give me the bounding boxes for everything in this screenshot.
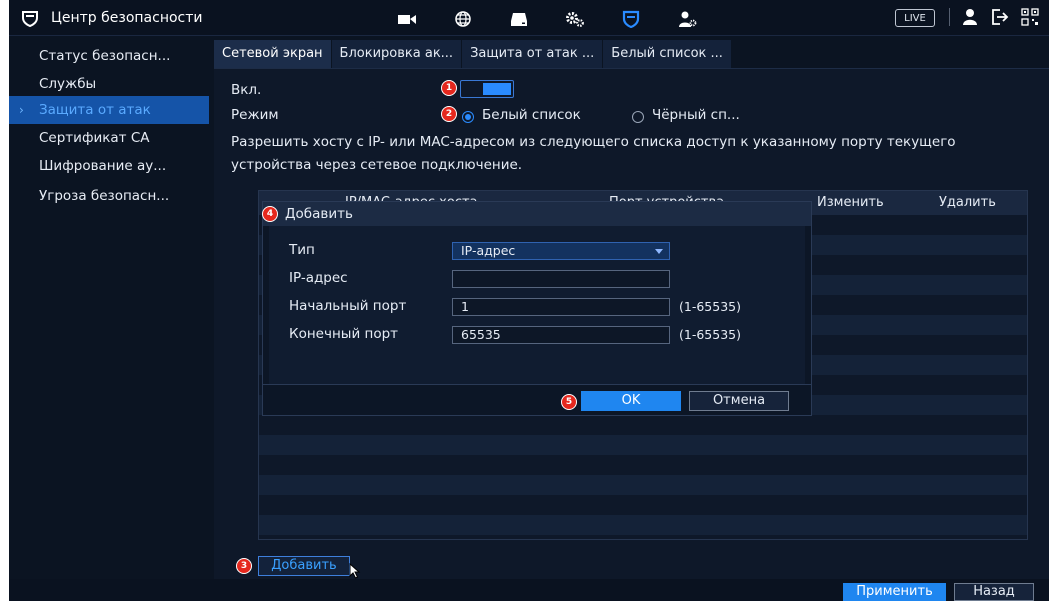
sidebar-item-label: Защита от атак: [39, 102, 151, 118]
column-edit: Изменить: [817, 195, 884, 210]
sidebar-item-security-status[interactable]: Статус безопасн...: [9, 42, 209, 70]
type-select-value: IP-адрес: [461, 243, 516, 258]
live-view-button[interactable]: LIVE: [895, 9, 935, 27]
enable-toggle[interactable]: [460, 80, 514, 98]
camera-icon[interactable]: [379, 8, 435, 30]
mouse-cursor-icon: [349, 563, 361, 579]
sidebar-item-label: Службы: [39, 76, 97, 92]
column-delete: Удалить: [939, 195, 996, 210]
table-row: [259, 495, 1027, 515]
sidebar: Статус безопасн... Службы › Защита от ата…: [9, 36, 209, 601]
enable-label: Вкл.: [231, 82, 262, 98]
callout-badge-5: 5: [561, 394, 577, 410]
mode-blacklist-label[interactable]: Чёрный сп...: [652, 107, 740, 123]
tab-attack-protection[interactable]: Защита от атак ...: [462, 40, 604, 68]
app-header: Центр безопасности: [21, 9, 202, 27]
tab-account-lockout[interactable]: Блокировка ак...: [331, 40, 463, 68]
tab-bar: Сетевой экран Блокировка ак... Защита от…: [214, 40, 732, 68]
dialog-divider: [263, 384, 811, 385]
mode-whitelist-label[interactable]: Белый список: [482, 107, 581, 123]
callout-badge-4: 4: [262, 206, 278, 222]
storage-icon[interactable]: [491, 8, 547, 30]
logout-icon[interactable]: [990, 8, 1010, 26]
main-nav: [379, 8, 715, 30]
back-button[interactable]: Назад: [954, 583, 1034, 601]
sidebar-item-security-threat[interactable]: Угроза безопасн...: [9, 182, 209, 210]
sidebar-item-audio-encryption[interactable]: Шифрование ау...: [9, 152, 209, 180]
qr-code-icon[interactable]: [1020, 8, 1040, 26]
ip-address-label: IP-адрес: [289, 270, 348, 286]
security-shield-nav-icon[interactable]: [603, 8, 659, 30]
ok-button[interactable]: OK: [581, 391, 681, 411]
table-row: [259, 415, 1027, 435]
tab-firewall[interactable]: Сетевой экран: [214, 40, 332, 68]
ip-address-input[interactable]: [452, 270, 670, 288]
settings-gears-icon[interactable]: [547, 8, 603, 30]
table-row: [259, 475, 1027, 495]
dialog-title: Добавить: [285, 206, 353, 222]
mode-label: Режим: [231, 107, 279, 123]
divider: [949, 8, 950, 26]
sidebar-item-label: Шифрование ау...: [39, 158, 167, 174]
tab-whitelist[interactable]: Белый список ...: [603, 40, 732, 68]
dialog-body: Тип IP-адрес IP-адрес Начальный порт 1 (…: [269, 226, 805, 384]
description-text: Разрешить хосту с IP- или MAC-адресом из…: [231, 134, 956, 173]
start-port-input[interactable]: 1: [452, 298, 670, 316]
sidebar-item-services[interactable]: Службы: [9, 70, 209, 98]
table-row: [259, 515, 1027, 535]
cancel-button[interactable]: Отмена: [689, 391, 789, 411]
top-right-controls: [949, 8, 1040, 26]
chevron-down-icon: [655, 249, 663, 254]
app-title: Центр безопасности: [51, 10, 203, 26]
dialog-header: Добавить: [263, 202, 811, 226]
sidebar-item-ca-certificate[interactable]: Сертификат CA: [9, 124, 209, 152]
start-port-label: Начальный порт: [289, 298, 407, 314]
sidebar-item-label: Сертификат CA: [39, 130, 150, 146]
add-button[interactable]: Добавить: [258, 556, 350, 576]
callout-badge-1: 1: [441, 80, 457, 96]
account-gear-icon[interactable]: [659, 8, 715, 30]
type-select[interactable]: IP-адрес: [452, 242, 670, 260]
apply-button[interactable]: Применить: [843, 583, 946, 601]
network-globe-icon[interactable]: [435, 8, 491, 30]
end-port-range: (1-65535): [679, 327, 741, 342]
toggle-knob: [483, 83, 511, 95]
security-shield-icon: [22, 11, 38, 27]
mode-whitelist-radio[interactable]: [462, 111, 474, 123]
add-dialog: Добавить Тип IP-адрес IP-адрес Начальный…: [262, 201, 812, 416]
chevron-right-icon: ›: [19, 103, 24, 117]
sidebar-item-attack-protection[interactable]: › Защита от атак: [9, 96, 209, 124]
callout-badge-2: 2: [441, 106, 457, 122]
callout-badge-3: 3: [236, 558, 252, 574]
table-row: [259, 435, 1027, 455]
top-bar: Центр безопасности LIVE: [9, 0, 1049, 36]
end-port-input[interactable]: 65535: [452, 326, 670, 344]
start-port-range: (1-65535): [679, 299, 741, 314]
sidebar-item-label: Угроза безопасн...: [39, 188, 170, 204]
end-port-label: Конечный порт: [289, 326, 399, 342]
mode-blacklist-radio[interactable]: [632, 111, 644, 123]
type-label: Тип: [289, 242, 315, 258]
table-row: [259, 455, 1027, 475]
user-icon[interactable]: [960, 8, 980, 26]
sidebar-item-label: Статус безопасн...: [39, 48, 171, 64]
